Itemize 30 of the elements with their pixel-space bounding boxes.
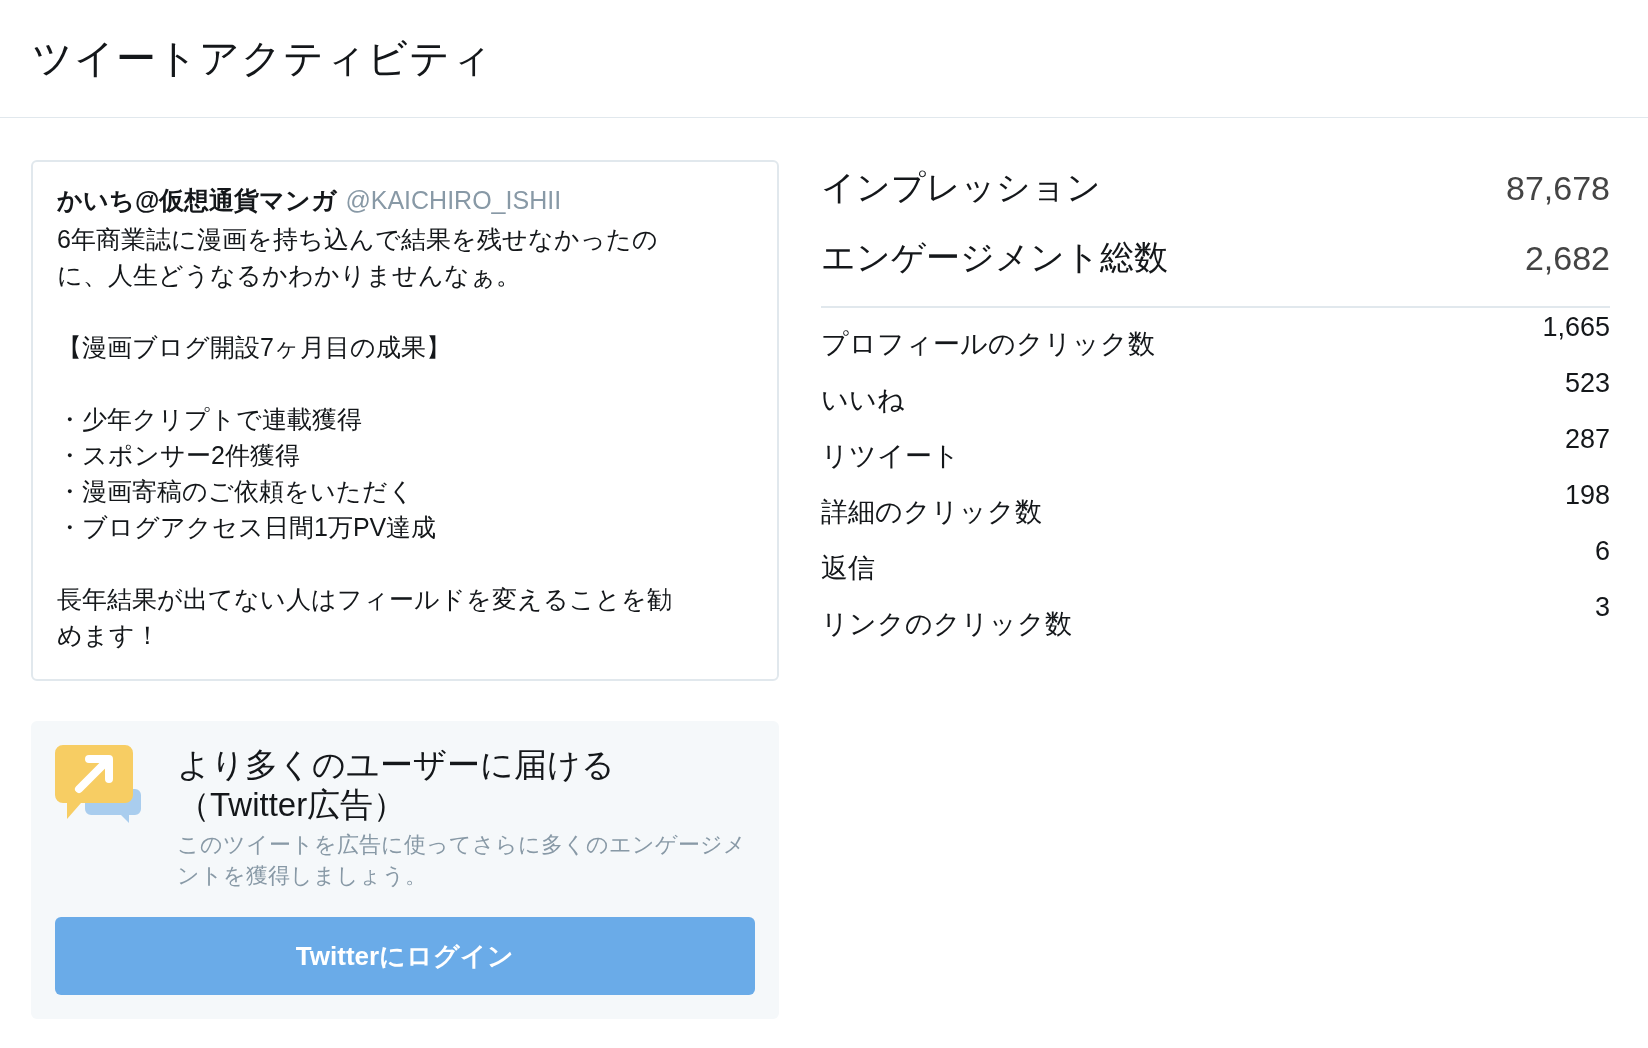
- metric-value: 87,678: [1506, 168, 1610, 208]
- tweet-text: ・ブログアクセス日間1万PV達成: [57, 512, 438, 543]
- metric-label: いいね: [821, 384, 905, 417]
- tweet-text: 【漫画ブログ開設7ヶ月目の成果】: [57, 332, 452, 363]
- metric-value: 6: [1594, 536, 1610, 568]
- metric-label: プロフィールのクリック数: [821, 328, 1155, 361]
- tweet-text: 長年結果が出てない人はフィールドを変えることを勧めます！: [57, 584, 673, 651]
- page-title: ツイートアクティビティ: [32, 35, 493, 82]
- login-button[interactable]: Twitterにログイン: [55, 917, 755, 995]
- metric-value: 3: [1594, 592, 1610, 624]
- author-handle: @KAICHIRO_ISHII: [345, 186, 562, 215]
- tweet-text: ・スポンサー2件獲得: [57, 440, 301, 471]
- speech-bubble-arrow-icon: [55, 745, 141, 825]
- metric-label: 詳細のクリック数: [821, 496, 1042, 529]
- metric-label: インプレッション: [821, 167, 1101, 208]
- tweet-text: ・少年クリプトで連載獲得: [57, 404, 363, 435]
- tweet-text: 6年商業誌に漫画を持ち込んで結果を残せなかったのに、人生どうなるかわかりませんなぁ。: [57, 224, 659, 291]
- promo-description: このツイートを広告に使ってさらに多くのエンゲージメントを獲得しましょう。: [177, 831, 747, 890]
- metric-label: 返信: [821, 552, 875, 585]
- promo-title: より多くのユーザーに届ける（Twitter広告）: [177, 745, 616, 825]
- metric-value: 523: [1564, 368, 1610, 400]
- metric-label: エンゲージメント総数: [821, 237, 1168, 278]
- tweet-text: ・漫画寄稿のご依頼をいただく: [57, 476, 415, 507]
- author-name: かいち@仮想通貨マンガ: [57, 185, 338, 216]
- metric-value: 287: [1564, 424, 1610, 456]
- metric-value: 1,665: [1542, 312, 1610, 344]
- metric-label: リツイート: [821, 440, 960, 473]
- metric-label: リンクのクリック数: [821, 608, 1072, 641]
- metric-value: 2,682: [1524, 238, 1610, 278]
- metric-value: 198: [1564, 480, 1610, 512]
